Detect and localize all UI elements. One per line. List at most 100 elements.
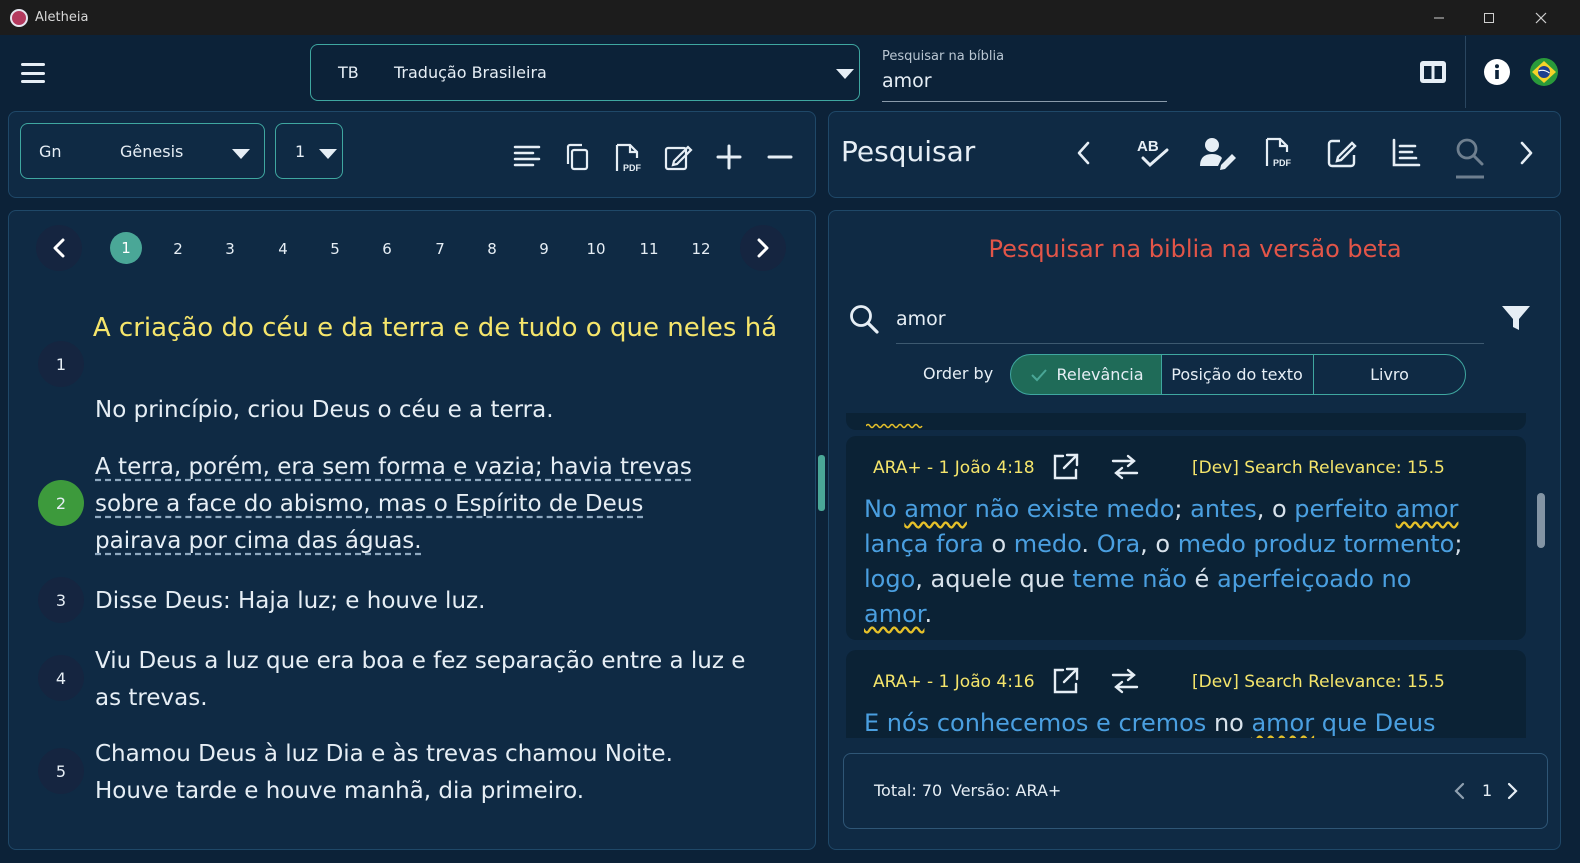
chapter-value: 1 (295, 142, 306, 161)
edit-icon[interactable] (1326, 137, 1358, 169)
verse-number[interactable]: 3 (38, 577, 84, 623)
result-card[interactable]: ARA+ - 1 João 4:16 [Dev] Search Relevanc… (846, 650, 1526, 738)
info-icon[interactable] (1483, 58, 1511, 86)
toolbar-divider (1465, 36, 1466, 108)
layout-columns-icon[interactable] (1418, 58, 1448, 86)
search-query-input[interactable]: amor (896, 300, 1484, 344)
result-relevance: [Dev] Search Relevance: 15.5 (1192, 458, 1445, 478)
order-relevance-button[interactable]: Relevância (1010, 354, 1162, 395)
verse-text[interactable]: A terra, porém, era sem forma e vazia; h… (95, 449, 735, 560)
version-label: Versão: ARA+ (951, 781, 1062, 800)
total-count: Total: 70 (874, 781, 943, 800)
previous-page-button[interactable] (1452, 781, 1468, 801)
order-position-button[interactable]: Posição do texto (1161, 354, 1314, 395)
chapter-number-4[interactable]: 4 (266, 236, 300, 262)
version-name: Tradução Brasileira (394, 63, 547, 82)
result-card[interactable]: ARA+ - 1 João 4:18 [Dev] Search Relevanc… (846, 436, 1526, 640)
chapter-dropdown[interactable]: 1 (275, 123, 343, 179)
chapter-number-9[interactable]: 9 (527, 236, 561, 262)
verse-text[interactable]: Viu Deus a luz que era boa e fez separaç… (95, 643, 775, 717)
svg-text:AB: AB (1137, 138, 1159, 155)
result-reference: ARA+ - 1 João 4:16 (873, 672, 1035, 692)
verse-text[interactable]: No princípio, criou Deus o céu e a terra… (95, 392, 775, 429)
keyword-underline-mark (866, 423, 923, 429)
next-page-button[interactable] (1504, 781, 1520, 801)
chapter-number-2[interactable]: 2 (161, 236, 195, 262)
window-title: Aletheia (35, 10, 89, 25)
results-scrollbar[interactable] (1537, 493, 1545, 548)
open-external-icon[interactable] (1050, 452, 1080, 482)
verse-number[interactable]: 1 (38, 341, 84, 387)
copy-icon[interactable] (563, 142, 593, 172)
previous-chapter-button[interactable] (36, 225, 82, 271)
edit-note-icon[interactable] (663, 142, 693, 172)
minimize-button[interactable] (1414, 0, 1464, 35)
search-tab-icon[interactable] (1454, 136, 1486, 180)
chevron-down-icon (319, 149, 337, 159)
results-list: ARA+ - 1 João 4:18 [Dev] Search Relevanc… (846, 413, 1528, 738)
search-panel-title: Pesquisar (841, 135, 976, 168)
chapter-number-5[interactable]: 5 (318, 236, 352, 262)
close-button[interactable] (1516, 0, 1566, 35)
chart-list-icon[interactable] (1390, 137, 1422, 169)
spellcheck-icon[interactable]: AB (1135, 136, 1171, 170)
verse-text[interactable]: Chamou Deus à luz Dia e às trevas chamou… (95, 736, 745, 810)
version-dropdown[interactable]: TB Tradução Brasileira (310, 44, 860, 101)
open-external-icon[interactable] (1050, 666, 1080, 696)
result-reference: ARA+ - 1 João 4:18 (873, 458, 1035, 478)
brazil-flag-icon[interactable] (1529, 57, 1559, 87)
search-icon (848, 303, 880, 335)
minimize-icon (1434, 17, 1444, 18)
result-text[interactable]: E nós conhecemos e cremos no amor que De… (864, 706, 1484, 738)
plus-icon[interactable] (715, 143, 743, 171)
order-option-label: Posição do texto (1171, 365, 1303, 384)
chevron-down-icon (232, 149, 250, 159)
chapter-number-10[interactable]: 10 (579, 236, 613, 262)
chevron-right-icon[interactable] (1514, 139, 1538, 167)
bible-search-input[interactable]: Pesquisar na bíblia amor (882, 44, 1167, 102)
chapter-number-6[interactable]: 6 (370, 236, 404, 262)
chevron-down-icon (836, 69, 854, 79)
verse-number[interactable]: 5 (38, 748, 84, 794)
pdf-icon[interactable]: PDF (612, 142, 644, 174)
chapter-number-1[interactable]: 1 (110, 232, 142, 264)
next-chapter-button[interactable] (740, 225, 786, 271)
svg-text:PDF: PDF (1273, 158, 1292, 168)
reader-scrollbar[interactable] (818, 455, 825, 511)
compare-icon[interactable] (1109, 666, 1141, 696)
verse-number[interactable]: 2 (38, 480, 84, 526)
svg-text:PDF: PDF (623, 163, 642, 173)
maximize-button[interactable] (1464, 0, 1514, 35)
close-icon (1535, 12, 1547, 23)
bible-search-value[interactable]: amor (882, 70, 932, 92)
result-text[interactable]: No amor não existe medo; antes, o perfei… (864, 492, 1484, 632)
order-option-label: Relevância (1056, 365, 1144, 384)
chevron-right-icon (1507, 782, 1518, 800)
minus-icon[interactable] (766, 143, 794, 171)
filter-icon[interactable] (1501, 303, 1531, 333)
book-abbr: Gn (39, 142, 62, 161)
book-name: Gênesis (120, 142, 184, 161)
align-left-icon[interactable] (512, 142, 542, 172)
section-title: A criação do céu e da terra e de tudo o … (92, 313, 778, 343)
search-query-value[interactable]: amor (896, 308, 946, 330)
chapter-number-3[interactable]: 3 (213, 236, 247, 262)
book-dropdown[interactable]: Gn Gênesis (20, 123, 265, 179)
chapter-number-12[interactable]: 12 (684, 236, 718, 262)
order-option-label: Livro (1370, 365, 1409, 384)
result-relevance: [Dev] Search Relevance: 15.5 (1192, 672, 1445, 692)
chapter-number-11[interactable]: 11 (632, 236, 666, 262)
verse-number[interactable]: 4 (38, 655, 84, 701)
compare-icon[interactable] (1109, 452, 1141, 482)
check-icon (1030, 368, 1047, 381)
result-card (846, 413, 1526, 430)
verse-text[interactable]: Disse Deus: Haja luz; e houve luz. (95, 583, 775, 620)
pdf-icon[interactable]: PDF (1262, 136, 1294, 170)
chapter-number-8[interactable]: 8 (475, 236, 509, 262)
chapter-number-7[interactable]: 7 (423, 236, 457, 262)
order-book-button[interactable]: Livro (1313, 354, 1466, 395)
hamburger-menu-icon[interactable] (21, 63, 45, 83)
chevron-right-icon (757, 238, 769, 258)
user-edit-icon[interactable] (1199, 136, 1237, 170)
chevron-left-icon[interactable] (1072, 139, 1096, 167)
